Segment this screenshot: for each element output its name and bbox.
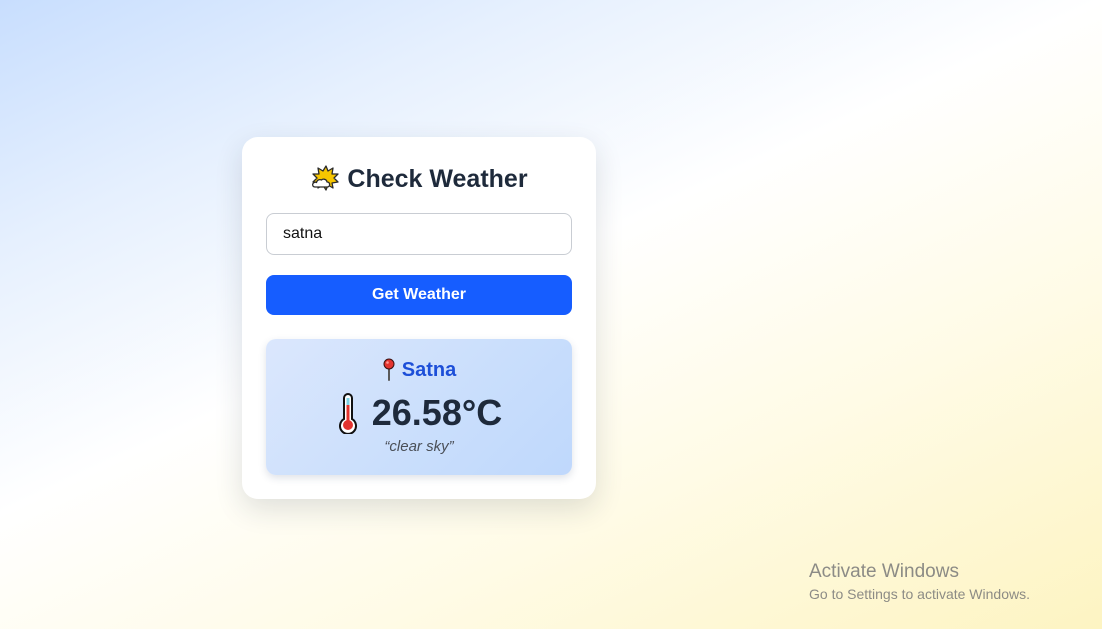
page-title: Check Weather: [347, 164, 528, 193]
watermark-subtitle: Go to Settings to activate Windows.: [809, 586, 1030, 602]
watermark-title: Activate Windows: [809, 561, 959, 582]
weather-description: “clear sky”: [384, 438, 454, 455]
get-weather-button[interactable]: Get Weather: [266, 275, 572, 315]
windows-activation-watermark: Activate Windows Go to Settings to activ…: [809, 561, 1089, 603]
city-row: Satna: [266, 357, 572, 383]
temperature-value: 26.58°C: [371, 392, 503, 433]
city-search-input[interactable]: [266, 213, 572, 255]
sun-behind-cloud-icon: [310, 164, 340, 194]
weather-result-panel: Satna 26.58°C “clear sky”: [266, 339, 572, 475]
city-name: Satna: [401, 358, 457, 381]
thermometer-icon: [336, 392, 360, 435]
weather-card: Check Weather Get Weather Satna: [242, 137, 596, 499]
title-row: Check Weather: [242, 163, 596, 195]
round-pushpin-icon: [382, 358, 396, 382]
temperature-row: 26.58°C: [266, 391, 572, 435]
